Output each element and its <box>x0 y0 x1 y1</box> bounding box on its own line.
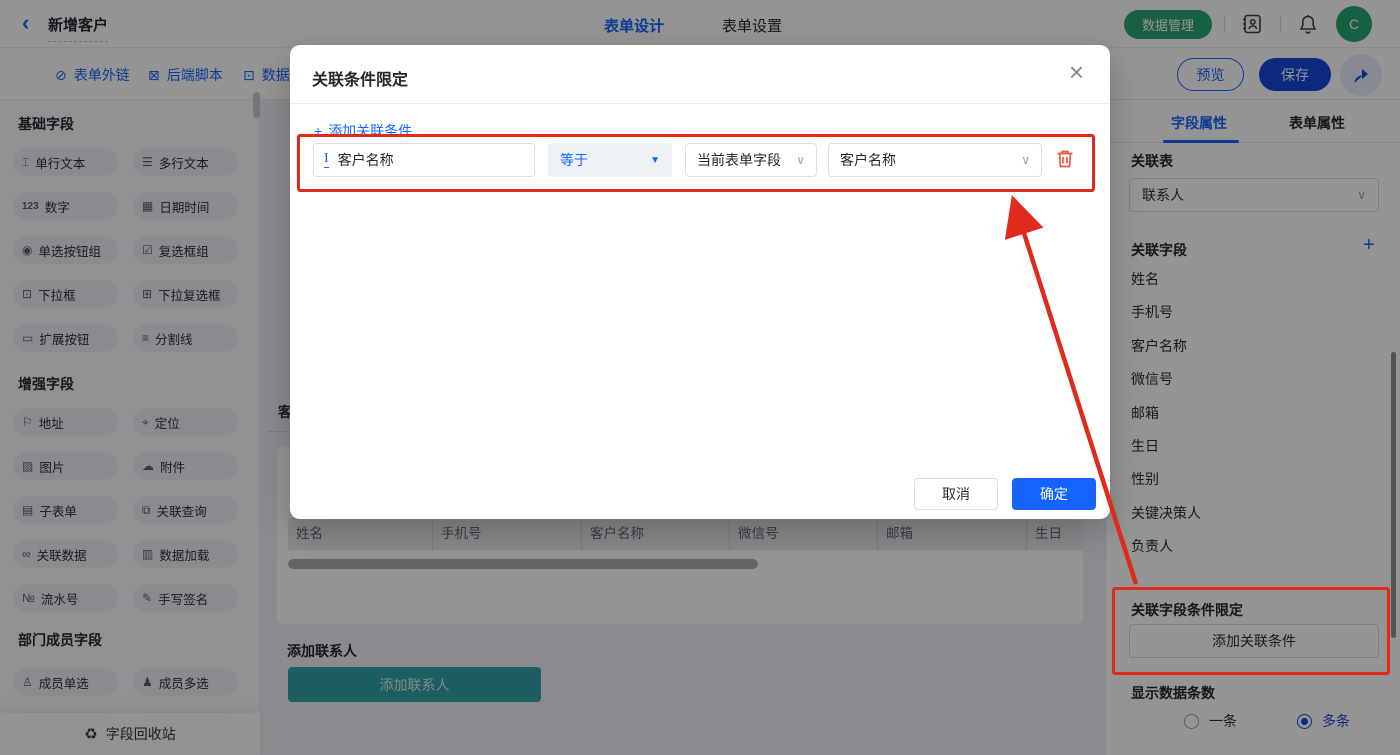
divider <box>290 103 1110 104</box>
condition-limit-dialog: 关联条件限定 × + 添加关联条件 I 客户名称 等于 ▼ 当前表单字段 ∨ 客… <box>290 45 1110 519</box>
confirm-button[interactable]: 确定 <box>1012 478 1096 510</box>
dialog-title: 关联条件限定 <box>312 66 408 90</box>
annotation-rect-condition-row <box>297 134 1095 192</box>
close-icon[interactable]: × <box>1069 59 1084 85</box>
cancel-button[interactable]: 取消 <box>914 478 998 510</box>
annotation-rect-panel-condition <box>1112 587 1390 675</box>
